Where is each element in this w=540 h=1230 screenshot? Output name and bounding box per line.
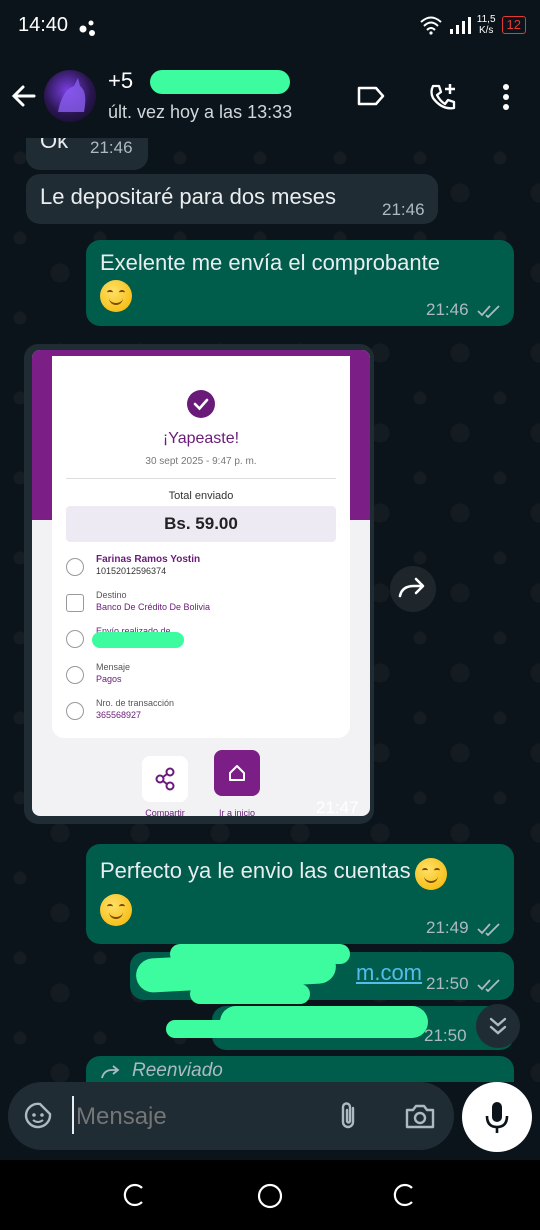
status-bar: 14:40 11,5 K/s 12 xyxy=(0,0,540,56)
recent-apps-icon[interactable] xyxy=(122,1182,148,1208)
home-button xyxy=(214,750,260,796)
message-time: 21:50 xyxy=(426,974,469,993)
message-outgoing[interactable]: Exelente me envía el comprobante 21:46 xyxy=(86,240,514,326)
battery-indicator: 12 xyxy=(501,16,526,34)
assistant-dots-icon xyxy=(79,20,95,36)
message-input-bar[interactable] xyxy=(8,1082,454,1150)
message-text: Exelente me envía el comprobante xyxy=(100,250,440,275)
transaction-label: Nro. de transacción xyxy=(96,698,175,708)
transaction-value: 365568927 xyxy=(96,710,142,720)
share-label: Compartir xyxy=(145,808,185,816)
forward-icon xyxy=(398,577,425,598)
smiling-emoji-icon xyxy=(100,893,132,926)
home-nav-icon[interactable] xyxy=(256,1182,284,1210)
amount-value: Bs. 59.00 xyxy=(164,514,238,533)
amount-box: Bs. 59.00 xyxy=(66,506,336,542)
destino-label: Destino xyxy=(96,590,127,600)
forwarded-icon xyxy=(101,1065,120,1079)
message-body: Exelente me envía el comprobante xyxy=(100,246,460,312)
read-double-check-icon xyxy=(477,304,500,318)
message-meta: 21:49 xyxy=(426,918,501,938)
mensaje-value: Pagos xyxy=(96,674,122,684)
wifi-icon xyxy=(420,16,442,35)
receipt-row-recipient: Farinas Ramos Yostin 10152012596374 xyxy=(66,554,336,582)
attach-clip-icon[interactable] xyxy=(336,1100,360,1132)
contact-name[interactable]: +5 xyxy=(108,68,133,94)
read-double-check-icon xyxy=(477,922,500,936)
microphone-icon xyxy=(485,1102,509,1133)
destino-value: Banco De Crédito De Bolivia xyxy=(96,602,211,612)
recipient-number: 10152012596374 xyxy=(96,566,167,576)
smiling-emoji-icon xyxy=(100,280,132,312)
message-link[interactable]: m.com xyxy=(356,956,422,990)
message-input[interactable] xyxy=(74,1096,318,1138)
chat-area[interactable]: Ok 21:46 Le depositaré para dos meses 21… xyxy=(0,138,540,1082)
total-label: Total enviado xyxy=(168,490,234,502)
smiling-emoji-icon xyxy=(415,857,448,890)
signal-icon xyxy=(449,17,471,34)
person-icon xyxy=(66,558,84,576)
home-icon xyxy=(229,765,245,781)
message-time: 21:46 xyxy=(426,300,469,319)
receipt-row-destino: Destino Banco De Crédito De Bolivia xyxy=(66,590,336,618)
person-icon xyxy=(66,630,84,648)
avatar[interactable] xyxy=(44,70,96,122)
net-speed: 11,5 K/s xyxy=(476,14,496,36)
recipient-name: Farinas Ramos Yostin xyxy=(96,554,201,565)
message-body: Perfecto ya le envio las cuentas xyxy=(100,854,500,926)
add-call-icon[interactable] xyxy=(428,82,460,112)
forwarded-label: Reenviado xyxy=(132,1060,223,1081)
message-incoming[interactable]: Ok 21:46 xyxy=(26,138,148,170)
redaction-mark xyxy=(92,632,184,648)
message-time: 21:46 xyxy=(90,138,133,157)
message-outgoing[interactable]: Perfecto ya le envio las cuentas 21:49 xyxy=(86,844,514,944)
message-text: Ok xyxy=(40,138,69,153)
message-time: 21:49 xyxy=(426,918,469,937)
receipt-date: 30 sept 2025 - 9:47 p. m. xyxy=(145,456,257,467)
mensaje-label: Mensaje xyxy=(96,662,131,672)
receipt-title: ¡Yapeaste! xyxy=(162,430,240,447)
status-time: 14:40 xyxy=(18,14,69,36)
info-icon xyxy=(66,702,84,720)
scroll-to-bottom-button[interactable] xyxy=(476,1004,520,1048)
divider xyxy=(66,478,336,479)
redaction-mark xyxy=(150,70,290,94)
more-options-icon[interactable] xyxy=(500,82,512,112)
chat-header: +5 últ. vez hoy a las 13:33 xyxy=(0,56,540,138)
back-nav-icon[interactable] xyxy=(392,1182,418,1208)
message-time: 21:46 xyxy=(382,200,425,219)
double-chevron-down-icon xyxy=(489,1017,507,1035)
voice-record-button[interactable] xyxy=(462,1082,532,1152)
back-arrow-icon[interactable] xyxy=(10,82,38,110)
message-incoming[interactable]: Le depositaré para dos meses 21:46 xyxy=(26,174,438,224)
redaction-mark xyxy=(190,984,310,1004)
message-text: Perfecto ya le envio las cuentas xyxy=(100,858,411,883)
message-meta: 21:46 xyxy=(426,300,501,320)
receipt-row-transaction: Nro. de transacción 365568927 xyxy=(66,698,336,726)
payment-receipt-image[interactable]: ¡Yapeaste! 30 sept 2025 - 9:47 p. m. Tot… xyxy=(32,350,370,816)
home-label: Ir a inicio xyxy=(218,808,255,816)
system-nav-bar xyxy=(0,1160,540,1230)
bank-icon xyxy=(66,594,84,612)
message-outgoing[interactable]: Reenviado xyxy=(86,1056,514,1082)
message-meta: 21:50 xyxy=(426,974,501,994)
message-time: 21:50 xyxy=(424,1026,467,1045)
message-icon xyxy=(66,666,84,684)
message-time: 21:47 xyxy=(316,798,359,817)
redaction-mark xyxy=(170,944,350,964)
receipt-row-mensaje: Mensaje Pagos xyxy=(66,662,336,690)
redaction-mark xyxy=(220,1006,428,1038)
label-tag-icon[interactable] xyxy=(356,82,386,110)
image-message[interactable]: ¡Yapeaste! 30 sept 2025 - 9:47 p. m. Tot… xyxy=(24,344,374,824)
share-icon xyxy=(155,767,175,791)
checkmark-icon xyxy=(187,390,215,418)
forward-button[interactable] xyxy=(390,566,436,612)
sticker-icon[interactable] xyxy=(22,1100,54,1132)
message-text: Le depositaré para dos meses xyxy=(40,184,336,209)
receipt-card: ¡Yapeaste! 30 sept 2025 - 9:47 p. m. Tot… xyxy=(52,356,350,738)
read-double-check-icon xyxy=(477,978,500,992)
last-seen-status: últ. vez hoy a las 13:33 xyxy=(108,102,293,122)
camera-icon[interactable] xyxy=(404,1102,436,1130)
share-button xyxy=(142,756,188,802)
